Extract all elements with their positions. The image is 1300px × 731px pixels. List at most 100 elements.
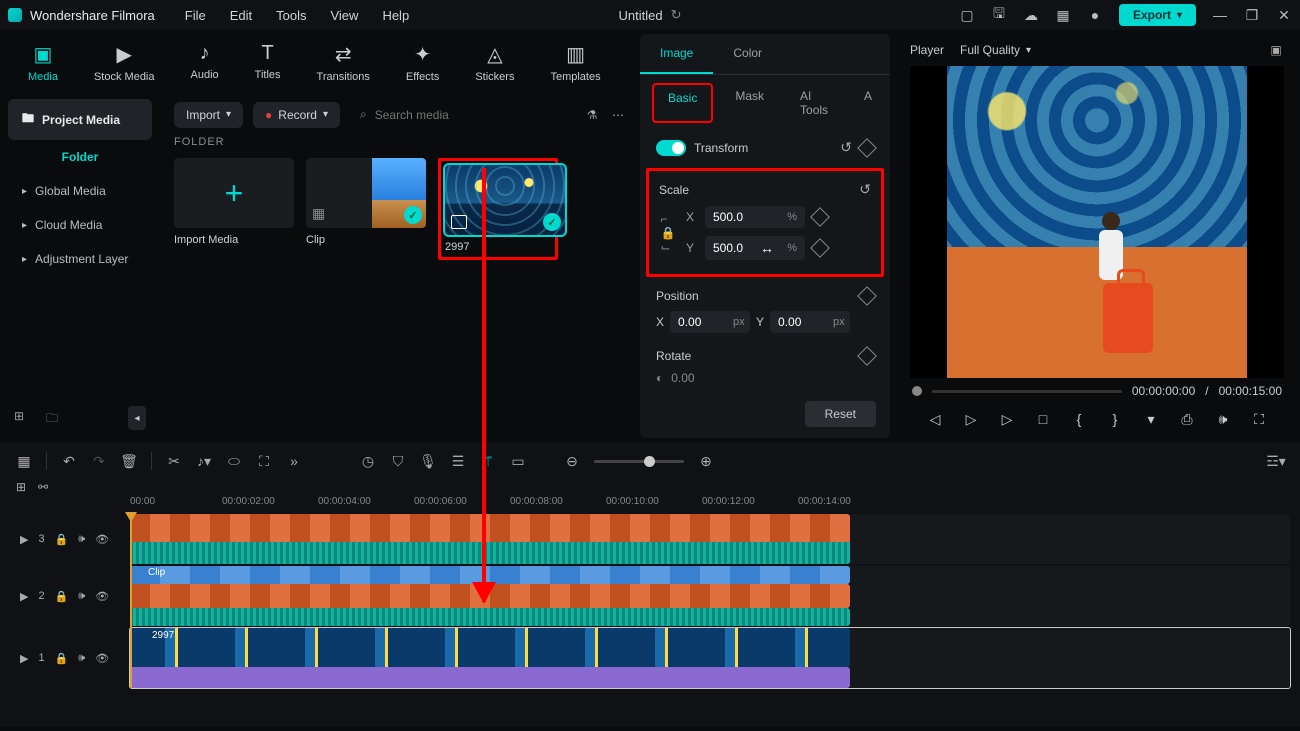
track-1-body[interactable]: 2997: [130, 628, 1290, 688]
undo-icon[interactable]: ↶: [61, 453, 77, 469]
crop-icon[interactable]: ⛶: [256, 453, 272, 469]
tl-link-icon[interactable]: ⚯: [38, 480, 48, 494]
sidebar-folder[interactable]: Folder: [8, 140, 152, 174]
track-options-icon[interactable]: ☲▾: [1268, 453, 1284, 469]
inspector-tab-image[interactable]: Image: [640, 34, 713, 74]
maximize-icon[interactable]: ❐: [1244, 7, 1260, 23]
stop-icon[interactable]: □: [1034, 410, 1052, 428]
redo-icon[interactable]: ↷: [91, 453, 107, 469]
track-video-icon[interactable]: ▶: [20, 652, 28, 665]
lock-aspect-icon[interactable]: ⌐🔒⌙: [659, 212, 677, 254]
visibility-icon[interactable]: 👁: [95, 533, 109, 546]
cut-icon[interactable]: ✂: [166, 453, 182, 469]
clip-orange-2[interactable]: [130, 584, 850, 608]
keyframe-scale-x-icon[interactable]: [810, 207, 830, 227]
import-button[interactable]: Import▾: [174, 102, 243, 128]
menu-tools[interactable]: Tools: [276, 8, 306, 23]
clip-2997[interactable]: 2997: [130, 628, 850, 667]
tl-grid-icon[interactable]: ▦: [16, 453, 32, 469]
scale-y-input[interactable]: ↔%: [705, 236, 805, 260]
sidebar-cloud-media[interactable]: ▸Cloud Media: [8, 208, 152, 242]
frame-icon[interactable]: ▭: [510, 453, 526, 469]
subtab-ai-tools[interactable]: AI Tools: [786, 83, 842, 123]
subtab-basic[interactable]: Basic: [652, 83, 713, 123]
save-icon[interactable]: 🖫: [991, 7, 1007, 23]
rotate-dial-icon[interactable]: ◐: [656, 371, 663, 385]
search-input[interactable]: [375, 108, 564, 122]
visibility-icon[interactable]: 👁: [95, 590, 109, 603]
preview-canvas[interactable]: [910, 66, 1284, 378]
lock-icon[interactable]: 🔒: [55, 533, 69, 546]
menu-file[interactable]: File: [185, 8, 206, 23]
snapshot-icon[interactable]: ▣: [1268, 42, 1284, 58]
progress-handle[interactable]: [912, 386, 922, 396]
zoom-out-icon[interactable]: ⊖: [564, 453, 580, 469]
position-y-input[interactable]: px: [770, 311, 850, 333]
new-bin-icon[interactable]: ⊞: [14, 409, 32, 427]
new-folder-icon[interactable]: 🗀: [46, 409, 64, 427]
tl-layout-icon[interactable]: ⊞: [16, 480, 26, 494]
export-button[interactable]: Export ▾: [1119, 4, 1196, 26]
tab-audio[interactable]: ♪Audio: [183, 38, 227, 87]
more-tools-icon[interactable]: »: [286, 453, 302, 469]
track-3-body[interactable]: [130, 514, 1290, 564]
minimize-icon[interactable]: —: [1212, 7, 1228, 23]
music-icon[interactable]: ♪▾: [196, 453, 212, 469]
speed-icon[interactable]: ◷: [360, 453, 376, 469]
visibility-icon[interactable]: 👁: [95, 652, 109, 665]
subtab-a[interactable]: A: [850, 83, 886, 123]
keyframe-rotate-icon[interactable]: [857, 346, 877, 366]
mark-in-icon[interactable]: {: [1070, 410, 1088, 428]
tab-templates[interactable]: ▥Templates: [542, 38, 608, 87]
sidebar-project-media[interactable]: 🖿Project Media: [8, 99, 152, 140]
track-2-body[interactable]: Clip: [130, 566, 1290, 626]
zoom-slider[interactable]: [594, 460, 684, 463]
tab-titles[interactable]: TTitles: [247, 38, 289, 87]
inspector-tab-color[interactable]: Color: [713, 34, 782, 74]
zoom-in-icon[interactable]: ⊕: [698, 453, 714, 469]
play-all-icon[interactable]: ▷: [998, 410, 1016, 428]
lock-icon[interactable]: 🔒: [55, 590, 69, 603]
reset-transform-icon[interactable]: ↺: [840, 139, 852, 156]
marker-icon[interactable]: ▾: [1142, 410, 1160, 428]
apps-icon[interactable]: ▦: [1055, 7, 1071, 23]
clip-blue[interactable]: Clip: [130, 566, 850, 584]
tab-effects[interactable]: ✦Effects: [398, 38, 447, 87]
track-video-icon[interactable]: ▶: [20, 590, 28, 603]
mute-icon[interactable]: 🕪: [78, 533, 85, 546]
sidebar-adjustment-layer[interactable]: ▸Adjustment Layer: [8, 242, 152, 276]
record-button[interactable]: ●Record▾: [253, 102, 340, 128]
thumb-2997[interactable]: ✓ 2997: [438, 158, 558, 260]
volume-icon[interactable]: 🕪: [1214, 410, 1232, 428]
tab-stickers[interactable]: ◬Stickers: [467, 38, 522, 87]
ai-icon[interactable]: ⚚: [480, 453, 496, 469]
time-ruler[interactable]: 00:00 00:00:02:00 00:00:04:00 00:00:06:0…: [130, 496, 1290, 514]
mute-icon[interactable]: 🕪: [78, 590, 85, 603]
menu-view[interactable]: View: [330, 8, 358, 23]
lock-icon[interactable]: 🔒: [55, 652, 69, 665]
reset-button[interactable]: Reset: [805, 401, 876, 427]
capture-icon[interactable]: ⎙: [1178, 410, 1196, 428]
keyframe-transform-icon[interactable]: [857, 138, 877, 158]
tab-stock-media[interactable]: ▶Stock Media: [86, 38, 163, 87]
settings-icon[interactable]: ⛶: [1250, 410, 1268, 428]
scale-x-input[interactable]: %: [705, 206, 805, 228]
tag-icon[interactable]: ⬭: [226, 453, 242, 469]
clip-purple[interactable]: [130, 667, 850, 688]
keyframe-position-icon[interactable]: [857, 286, 877, 306]
mic-icon[interactable]: ●: [1087, 7, 1103, 23]
layout-icon[interactable]: ▢: [959, 7, 975, 23]
mute-icon[interactable]: 🕪: [78, 652, 85, 665]
filter-icon[interactable]: ⚗: [584, 107, 600, 123]
transform-toggle[interactable]: [656, 140, 686, 156]
play-icon[interactable]: ▷: [962, 410, 980, 428]
prev-frame-icon[interactable]: ◁: [926, 410, 944, 428]
search-media[interactable]: ⌕: [350, 101, 574, 128]
close-icon[interactable]: ✕: [1276, 7, 1292, 23]
voice-icon[interactable]: 🎙: [420, 453, 436, 469]
quality-dropdown[interactable]: Full Quality▾: [960, 43, 1031, 57]
reset-scale-icon[interactable]: ↺: [859, 181, 871, 198]
keyframe-scale-y-icon[interactable]: [810, 238, 830, 258]
mark-out-icon[interactable]: }: [1106, 410, 1124, 428]
cloud-icon[interactable]: ☁: [1023, 7, 1039, 23]
